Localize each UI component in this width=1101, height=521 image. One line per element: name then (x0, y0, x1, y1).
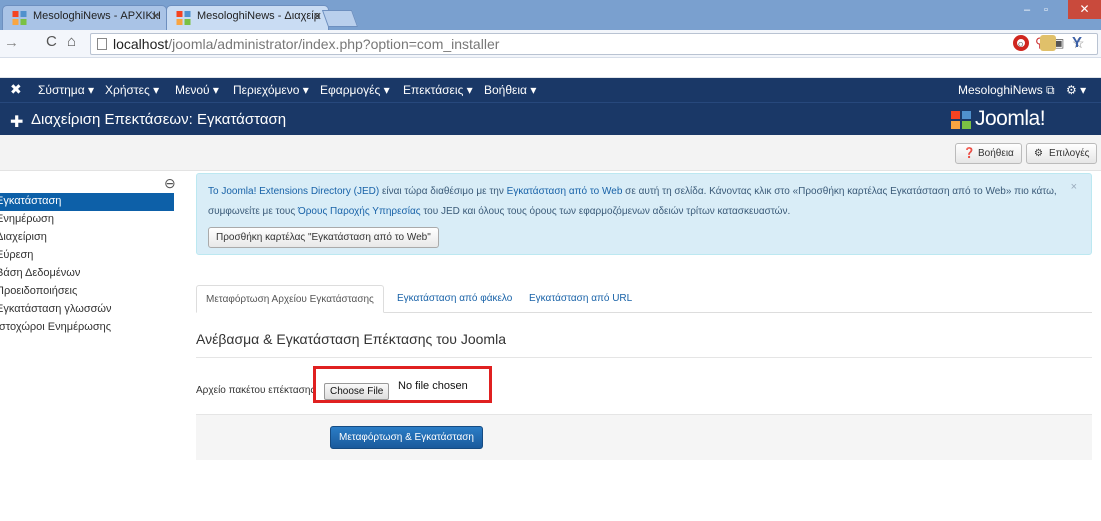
upload-legend: Ανέβασμα & Εγκατάσταση Επέκτασης του Joo… (196, 331, 1092, 358)
gear-icon: ⚙ (1034, 148, 1043, 159)
extension-icon[interactable] (1040, 35, 1056, 51)
url-text: localhost/joomla/administrator/index.php… (113, 36, 500, 52)
opera-extension-icon[interactable] (1013, 35, 1029, 51)
browser-tab-1[interactable]: MesologhiNews - ΑΡΧΙΚΗ ✕ (2, 5, 167, 30)
new-tab-button[interactable] (321, 10, 359, 27)
upload-and-install-button[interactable]: Μεταφόρτωση & Εγκατάσταση (330, 426, 483, 449)
jed-link[interactable]: To Joomla! Extensions Directory (JED) (208, 186, 379, 197)
collapse-sidebar-icon[interactable]: ⊖ (164, 175, 176, 192)
menu-menus[interactable]: Μενού ▾ (175, 83, 219, 97)
joomla-brand-text: Joomla! (975, 107, 1046, 130)
menu-help[interactable]: Βοήθεια ▾ (484, 83, 536, 97)
options-button[interactable]: ⚙ Επιλογές (1026, 143, 1098, 164)
browser-tab-title: MesologhiNews - ΑΡΧΙΚΗ (33, 10, 161, 22)
tab-install-from-url[interactable]: Εγκατάσταση από URL (520, 285, 641, 313)
settings-menu[interactable]: ⚙ ▾ (1066, 83, 1086, 97)
joomla-favicon-icon (176, 11, 191, 25)
menu-extensions[interactable]: Επεκτάσεις ▾ (403, 83, 473, 97)
sidebar-item-discover[interactable]: Εύρεση (0, 247, 174, 265)
sidebar-item-update-sites[interactable]: Ιστοχώροι Ενημέρωσης (0, 319, 174, 337)
gear-icon: ⚙ (1066, 83, 1077, 97)
forward-arrow-icon[interactable]: → (4, 34, 19, 51)
close-tab-icon[interactable]: ✕ (151, 10, 160, 23)
close-tab-icon[interactable]: ✕ (313, 10, 322, 23)
joomla-brand-icon (951, 111, 971, 129)
page-icon (97, 38, 107, 50)
page-title: Διαχείριση Επεκτάσεων: Εγκατάσταση (31, 111, 287, 128)
sidebar-item-manage[interactable]: Διαχείριση (0, 229, 174, 247)
menu-components[interactable]: Εφαρμογές ▾ (320, 83, 390, 97)
alert-line-1: To Joomla! Extensions Directory (JED) εί… (208, 186, 1057, 197)
install-tabs: Μεταφόρτωση Αρχείου Εγκατάστασης Εγκατάσ… (196, 285, 1092, 313)
sidebar-item-install[interactable]: Εγκατάσταση (0, 193, 174, 211)
menu-users[interactable]: Χρήστες ▾ (105, 83, 159, 97)
browser-tab-2[interactable]: MesologhiNews - Διαχείρ ✕ (166, 5, 329, 30)
home-icon[interactable]: ⌂ (67, 33, 76, 50)
add-install-from-web-tab-button[interactable]: Προσθήκη καρτέλας "Εγκατάσταση από το We… (208, 227, 439, 248)
sidebar-item-languages[interactable]: Εγκατάσταση γλωσσών (0, 301, 174, 319)
jed-info-alert: × To Joomla! Extensions Directory (JED) … (196, 173, 1092, 255)
bookmarks-bar (0, 58, 1101, 78)
site-link[interactable]: MesologhiNews ⧉ (958, 83, 1055, 98)
help-button[interactable]: ❓ Βοήθεια (955, 143, 1022, 164)
admin-menu-bar: ✖ Σύστημα ▾ Χρήστες ▾ Μενού ▾ Περιεχόμεν… (0, 78, 1101, 102)
maximize-icon[interactable]: ▫ (1044, 4, 1048, 16)
browser-tab-title: MesologhiNews - Διαχείρ (197, 10, 320, 22)
reload-icon[interactable]: C (46, 33, 57, 50)
joomla-logo-icon[interactable]: ✖ (10, 81, 24, 97)
highlight-box (313, 366, 492, 403)
install-from-web-link[interactable]: Εγκατάσταση από το Web (507, 186, 623, 197)
sidebar-item-update[interactable]: Ενημέρωση (0, 211, 174, 229)
sidebar: ⊖ Εγκατάσταση Ενημέρωση Διαχείριση Εύρεσ… (0, 171, 185, 351)
address-bar[interactable]: localhost/joomla/administrator/index.php… (90, 33, 1098, 55)
menu-system[interactable]: Σύστημα ▾ (38, 83, 94, 97)
terms-of-service-link[interactable]: Όρους Παροχής Υπηρεσίας (298, 206, 421, 217)
browser-toolbar: → C ⌂ localhost/joomla/administrator/ind… (0, 30, 1101, 58)
menu-content[interactable]: Περιεχόμενο ▾ (233, 83, 309, 97)
sidebar-item-database[interactable]: Βάση Δεδομένων (0, 265, 174, 283)
window-close-icon[interactable]: ✕ (1068, 0, 1101, 19)
action-toolbar: ❓ Βοήθεια ⚙ Επιλογές (0, 135, 1101, 171)
question-icon: ❓ (963, 148, 976, 159)
puzzle-piece-icon: ✚ (10, 114, 24, 131)
joomla-favicon-icon (12, 11, 27, 25)
form-actions: Μεταφόρτωση & Εγκατάσταση (196, 414, 1092, 460)
browser-tabstrip: MesologhiNews - ΑΡΧΙΚΗ ✕ MesologhiNews -… (0, 0, 1101, 30)
tab-install-from-folder[interactable]: Εγκατάσταση από φάκελο (388, 285, 521, 313)
y-extension-icon[interactable]: Y (1072, 34, 1082, 51)
sidebar-item-warnings[interactable]: Προειδοποιήσεις (0, 283, 174, 301)
page-title-bar: ✚ Διαχείριση Επεκτάσεων: Εγκατάσταση Joo… (0, 102, 1101, 135)
package-file-label: Αρχείο πακέτου επέκτασης (196, 385, 316, 396)
tab-upload-package[interactable]: Μεταφόρτωση Αρχείου Εγκατάστασης (196, 285, 384, 313)
external-link-icon: ⧉ (1046, 83, 1055, 97)
minimize-icon[interactable]: – (1024, 4, 1030, 16)
dismiss-alert-icon[interactable]: × (1071, 181, 1077, 193)
alert-line-2: συμφωνείτε με τους Όρους Παροχής Υπηρεσί… (208, 206, 791, 217)
